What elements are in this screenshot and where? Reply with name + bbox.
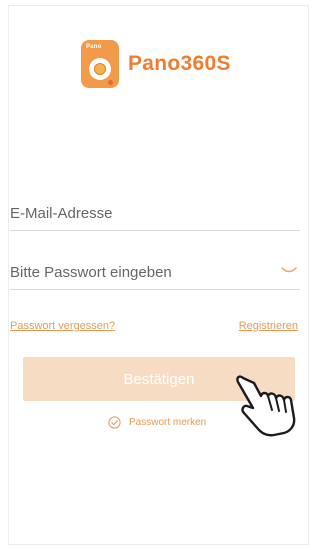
pointing-hand-icon — [236, 375, 296, 437]
logo-small-text: Pano — [86, 44, 102, 50]
forgot-password-link[interactable]: Passwort vergessen? — [10, 320, 115, 332]
password-field — [10, 256, 300, 290]
check-circle-icon — [108, 416, 121, 429]
email-input[interactable] — [10, 197, 260, 229]
pano-camera-logo-icon: Pano — [81, 40, 119, 88]
app-name: Pano360S — [128, 52, 231, 75]
app-logo: Pano Pano360S — [81, 39, 231, 89]
password-input[interactable] — [10, 256, 260, 288]
remember-password-toggle[interactable]: Passwort merken — [108, 416, 206, 429]
eye-closed-icon[interactable] — [280, 263, 298, 277]
email-field — [10, 197, 300, 231]
remember-password-label: Passwort merken — [129, 417, 207, 428]
register-link[interactable]: Registrieren — [239, 320, 298, 332]
